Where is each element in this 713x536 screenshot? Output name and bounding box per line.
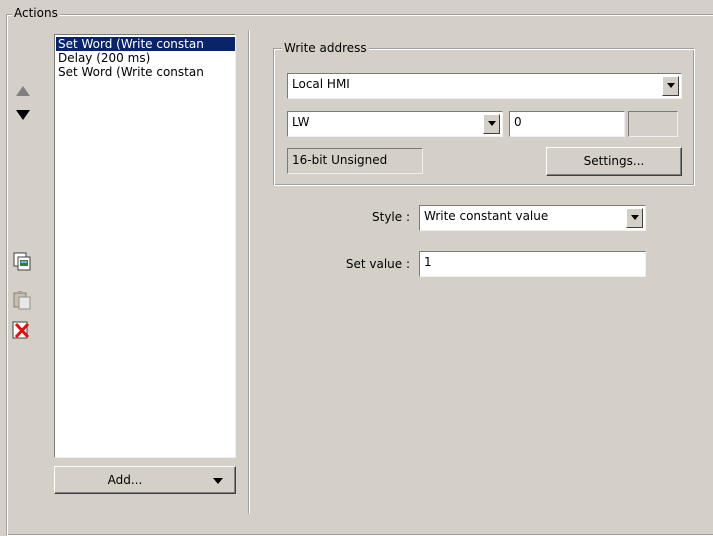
- set-value-input-value: 1: [424, 255, 432, 269]
- list-item[interactable]: Delay (200 ms): [56, 51, 235, 65]
- register-select-value: LW: [292, 115, 310, 129]
- delete-icon: [12, 321, 30, 339]
- device-select[interactable]: Local HMI: [287, 73, 682, 99]
- address-input[interactable]: 0: [509, 111, 625, 137]
- add-action-label: Add...: [107, 473, 143, 487]
- paste-icon: [13, 291, 31, 310]
- chevron-down-icon: [213, 478, 223, 484]
- actions-list[interactable]: Set Word (Write constan Delay (200 ms) S…: [54, 34, 236, 458]
- data-format-display: 16-bit Unsigned: [287, 148, 423, 174]
- chevron-down-icon: [667, 83, 675, 88]
- copy-icon: [13, 252, 31, 271]
- set-value-input[interactable]: 1: [419, 251, 646, 277]
- register-select[interactable]: LW: [287, 111, 503, 137]
- copy-button[interactable]: [11, 250, 33, 272]
- list-item[interactable]: Set Word (Write constan: [56, 37, 235, 51]
- write-address-title: Write address: [282, 41, 369, 55]
- move-up-button[interactable]: [12, 80, 34, 102]
- set-value-label: Set value :: [345, 257, 410, 271]
- move-down-button[interactable]: [12, 104, 34, 126]
- address-extra-field: [628, 111, 678, 137]
- style-select[interactable]: Write constant value: [419, 205, 646, 231]
- style-label: Style :: [372, 210, 410, 224]
- device-select-button[interactable]: [662, 76, 679, 96]
- data-format-value: 16-bit Unsigned: [292, 153, 388, 167]
- settings-button-label: Settings...: [583, 154, 645, 168]
- chevron-down-icon: [488, 121, 496, 126]
- chevron-down-icon: [631, 215, 639, 220]
- style-select-value: Write constant value: [424, 209, 549, 223]
- add-action-button[interactable]: Add...: [54, 466, 236, 494]
- register-select-button[interactable]: [483, 114, 500, 134]
- move-up-icon: [12, 80, 34, 102]
- device-select-value: Local HMI: [292, 77, 350, 91]
- move-down-icon: [12, 104, 34, 126]
- panel-separator: [248, 30, 250, 514]
- paste-button[interactable]: [11, 289, 33, 311]
- settings-button[interactable]: Settings...: [546, 147, 682, 176]
- actions-group-title: Actions: [12, 6, 60, 20]
- style-select-button[interactable]: [626, 208, 643, 228]
- list-item[interactable]: Set Word (Write constan: [56, 65, 235, 79]
- delete-button[interactable]: [11, 319, 33, 341]
- address-input-value: 0: [514, 115, 522, 129]
